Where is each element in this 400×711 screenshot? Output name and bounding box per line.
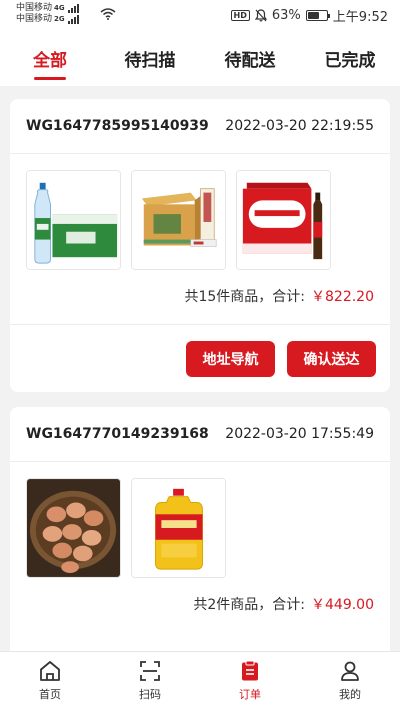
- product-image-baijiu[interactable]: [131, 170, 226, 270]
- order-icon: [242, 660, 258, 681]
- order-item-count: 共2件商品，合计:: [193, 597, 305, 613]
- tab-completed[interactable]: 已完成: [300, 32, 400, 86]
- wifi-icon: [100, 8, 116, 20]
- carrier-1-name: 中国移动: [16, 3, 53, 13]
- hd-badge: HD: [230, 10, 250, 21]
- clock: 上午9:52: [332, 10, 388, 25]
- nav-home[interactable]: 首页: [0, 652, 100, 711]
- tab-pending-delivery[interactable]: 待配送: [200, 32, 300, 86]
- bottom-navigation: 首页 扫码 订单 我的: [0, 651, 400, 711]
- nav-scan[interactable]: 扫码: [100, 652, 200, 711]
- status-bar: 中国移动 4G 中国移动 2G HD 63% 上午9:52: [0, 0, 400, 32]
- confirm-delivery-button[interactable]: 确认送达: [287, 341, 376, 377]
- nav-scan-label: 扫码: [139, 688, 161, 701]
- product-image-eggs[interactable]: [26, 478, 121, 578]
- tab-all[interactable]: 全部: [0, 32, 100, 86]
- order-summary: 共2件商品，合计: ￥449.00: [10, 594, 390, 614]
- home-icon: [40, 661, 60, 681]
- nav-profile-label: 我的: [339, 688, 361, 701]
- nav-orders[interactable]: 订单: [200, 652, 300, 711]
- order-summary: 共15件商品，合计: ￥822.20: [10, 286, 390, 306]
- carrier-2-name: 中国移动: [16, 14, 53, 24]
- scan-icon: [140, 661, 160, 681]
- product-thumbnails: [10, 462, 390, 578]
- order-card[interactable]: WG1647770149239168 2022-03-20 17:55:49 共…: [10, 407, 390, 651]
- nav-home-label: 首页: [39, 688, 61, 701]
- address-navigation-button[interactable]: 地址导航: [186, 341, 275, 377]
- carrier-info: 中国移动 4G 中国移动 2G: [16, 3, 79, 25]
- order-tabs: 全部 待扫描 待配送 已完成: [0, 32, 400, 86]
- order-list[interactable]: WG1647785995140939 2022-03-20 22:19:55 共…: [0, 96, 400, 651]
- order-number: WG1647785995140939: [26, 118, 209, 134]
- product-thumbnails: [10, 154, 390, 270]
- product-image-cooking-oil[interactable]: [131, 478, 226, 578]
- order-time: 2022-03-20 17:55:49: [225, 426, 374, 442]
- order-number: WG1647770149239168: [26, 426, 209, 442]
- order-header: WG1647785995140939 2022-03-20 22:19:55: [10, 99, 390, 154]
- carrier-1-network: 4G: [54, 4, 65, 12]
- product-image-bottled-water[interactable]: [26, 170, 121, 270]
- battery-icon: [305, 10, 330, 21]
- order-total-amount: ￥822.20: [311, 289, 374, 305]
- signal-2-icon: [67, 15, 79, 24]
- nav-orders-label: 订单: [239, 688, 261, 701]
- order-total-amount: ￥449.00: [311, 597, 374, 613]
- battery-percent: 63%: [271, 8, 301, 23]
- order-header: WG1647770149239168 2022-03-20 17:55:49: [10, 407, 390, 462]
- nav-profile[interactable]: 我的: [300, 652, 400, 711]
- order-time: 2022-03-20 22:19:55: [225, 118, 374, 134]
- product-image-budweiser[interactable]: [236, 170, 331, 270]
- order-card[interactable]: WG1647785995140939 2022-03-20 22:19:55 共…: [10, 99, 390, 392]
- order-actions: 地址导航 确认送达: [10, 324, 390, 392]
- carrier-2-network: 2G: [54, 15, 65, 23]
- mute-icon: [254, 9, 267, 22]
- tab-pending-scan[interactable]: 待扫描: [100, 32, 200, 86]
- profile-icon: [341, 661, 359, 681]
- signal-1-icon: [67, 4, 79, 13]
- order-item-count: 共15件商品，合计:: [184, 289, 305, 305]
